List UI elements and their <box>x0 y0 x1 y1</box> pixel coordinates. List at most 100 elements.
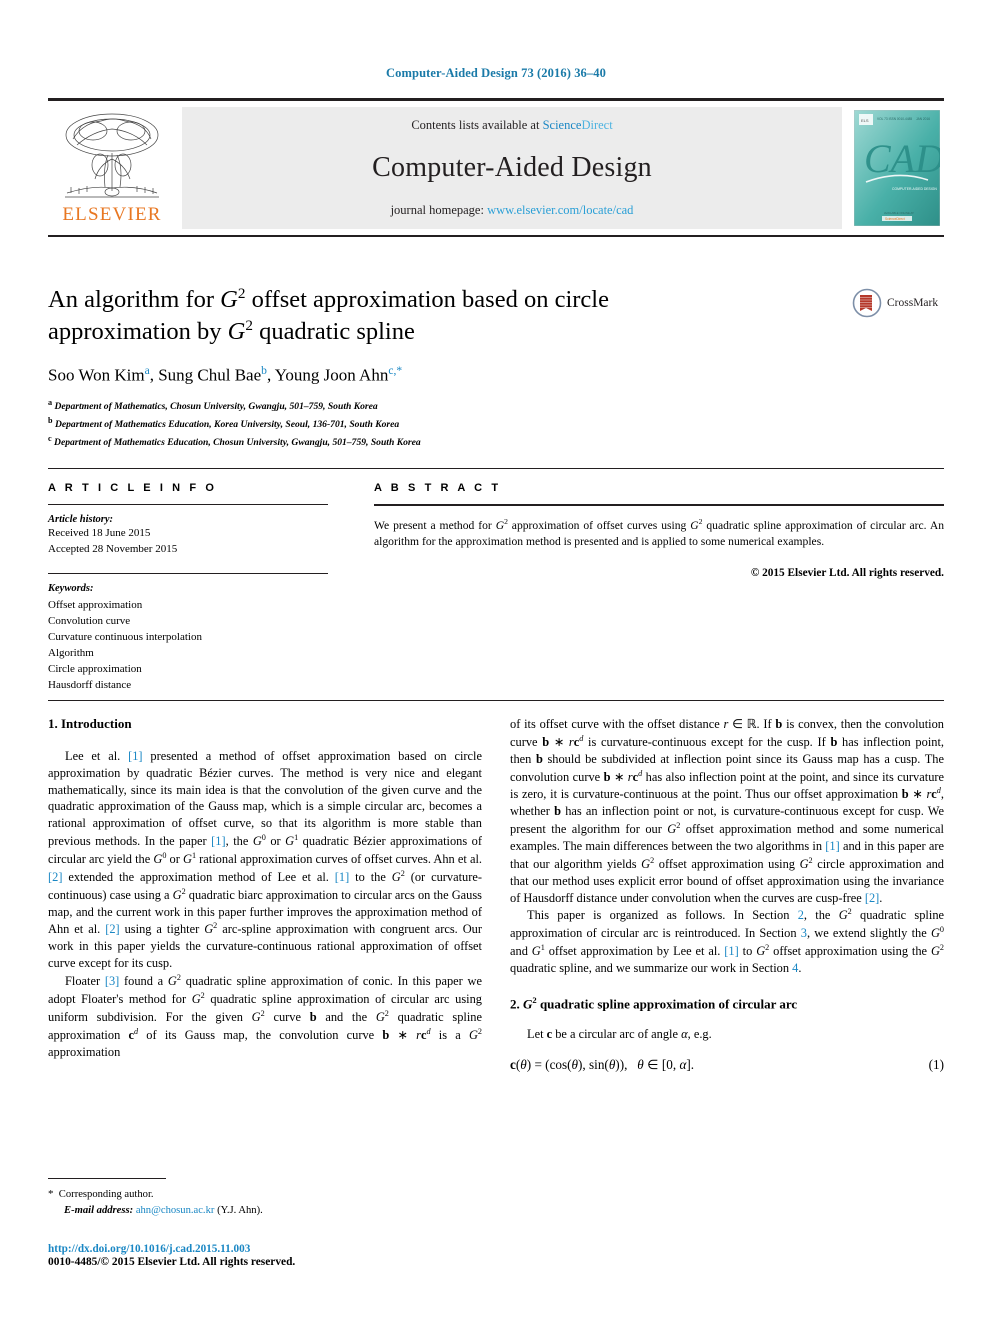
journal-cover: ELS VOL 73 ISSN 0010-4485 JAN 2016 CAD C… <box>850 107 944 229</box>
doi-block: http://dx.doi.org/10.1016/j.cad.2015.11.… <box>48 1243 548 1268</box>
citation-ref[interactable]: [3] <box>105 974 119 988</box>
affiliation-marker: b <box>48 415 53 425</box>
title-g-exp-2: 2 <box>245 316 253 334</box>
elsevier-logo: ELSEVIER <box>48 107 176 229</box>
body-columns: 1. Introduction Lee et al. [1] presented… <box>48 716 944 1073</box>
keyword-item: Offset approximation <box>48 599 143 612</box>
title-g-symbol-1: G <box>220 286 238 314</box>
homepage-link[interactable]: www.elsevier.com/locate/cad <box>487 203 633 217</box>
corresponding-author-text: Corresponding author. <box>58 1189 154 1200</box>
corresponding-author-line: * Corresponding author. <box>48 1186 482 1203</box>
section-heading-introduction: 1. Introduction <box>48 716 132 731</box>
crossmark-icon <box>852 288 882 318</box>
affiliation-text: Department of Mathematics Education, Cho… <box>54 436 421 448</box>
section-ref[interactable]: 4 <box>792 961 798 975</box>
section-ref[interactable]: 2 <box>798 909 804 923</box>
keyword-item: Circle approximation <box>48 662 142 675</box>
email-link[interactable]: ahn@chosun.ac.kr <box>136 1205 215 1216</box>
contents-prefix: Contents lists available at <box>411 118 543 132</box>
abstract-text: We present a method for G2 approximation… <box>374 516 944 551</box>
info-abstract-region: A R T I C L E I N F O Article history: R… <box>48 482 944 694</box>
keyword-list: Offset approximation Convolution curve C… <box>48 598 328 694</box>
abstract-g-2: G <box>690 518 699 532</box>
issn-copyright: 0010-4485/© 2015 Elsevier Ltd. All right… <box>48 1256 296 1268</box>
abstract-rule <box>374 504 944 506</box>
section-ref[interactable]: 3 <box>801 926 807 940</box>
section-2-block: 2. G2 quadratic spline approximation of … <box>510 995 944 1073</box>
citation-ref[interactable]: [1] <box>825 839 839 853</box>
crossmark-badge[interactable]: CrossMark <box>852 288 950 318</box>
affiliation-item: c Department of Mathematics Education, C… <box>48 433 728 451</box>
section-2-g: G <box>523 996 533 1012</box>
affiliation-text: Department of Mathematics Education, Kor… <box>54 418 400 430</box>
keywords-heading: Keywords: <box>48 583 94 595</box>
paragraph-section-2-lead: Let c be a circular arc of angle α, e.g. <box>527 1027 712 1042</box>
author-2: , Sung Chul Bae <box>149 365 262 385</box>
right-column: of its offset curve with the offset dist… <box>510 716 944 1073</box>
abstract-heading: A B S T R A C T <box>374 482 502 494</box>
author-list: Soo Won Kima, Sung Chul Baeb, Young Joon… <box>48 364 728 386</box>
paragraph-intro-2: Floater [3] found a G2 quadratic spline … <box>48 972 483 1059</box>
elsevier-wordmark: ELSEVIER <box>62 204 162 225</box>
accepted-date: Accepted 28 November 2015 <box>48 542 178 555</box>
keyword-item: Algorithm <box>48 647 94 660</box>
banner-top-rule <box>48 98 944 101</box>
article-history-heading: Article history: <box>48 514 114 525</box>
paragraph-intro-1: Lee et al. [1] presented a method of off… <box>48 749 482 971</box>
paper-page: Computer-Aided Design 73 (2016) 36–40 EL… <box>0 0 992 1323</box>
keyword-item: Hausdorff distance <box>48 678 132 691</box>
info-top-rule <box>48 468 944 469</box>
citation-ref[interactable]: [2] <box>105 923 119 937</box>
running-head: Computer-Aided Design 73 (2016) 36–40 <box>386 66 606 80</box>
section-heading-2: 2. G2 quadratic spline approximation of … <box>510 995 944 1012</box>
sciencedirect-link[interactable]: ScienceDirect <box>543 118 613 132</box>
citation-ref[interactable]: [1] <box>724 944 738 958</box>
article-info-column: A R T I C L E I N F O Article history: R… <box>48 482 352 694</box>
paragraph-right-1: of its offset curve with the offset dist… <box>510 717 945 905</box>
citation-ref[interactable]: [1] <box>128 749 142 763</box>
abstract-copyright: © 2015 Elsevier Ltd. All rights reserved… <box>750 566 944 579</box>
journal-cover-image: ELS VOL 73 ISSN 0010-4485 JAN 2016 CAD C… <box>854 110 940 226</box>
title-part-1: An algorithm for <box>48 286 221 314</box>
affiliation-list: a Department of Mathematics, Chosun Univ… <box>48 397 728 451</box>
citation-ref[interactable]: [1] <box>335 870 349 884</box>
author-3-affil-marker[interactable]: c,* <box>388 364 402 377</box>
equation-1-number: (1) <box>928 1057 944 1073</box>
svg-text:ScienceDirect: ScienceDirect <box>885 217 905 221</box>
affiliation-marker: a <box>48 397 53 407</box>
banner-center: Contents lists available at ScienceDirec… <box>182 107 842 229</box>
email-line: E-mail address: ahn@chosun.ac.kr (Y.J. A… <box>48 1203 482 1219</box>
title-g-symbol-2: G <box>227 317 246 345</box>
affiliation-item: b Department of Mathematics Education, K… <box>48 415 728 433</box>
journal-banner: ELSEVIER Contents lists available at Sci… <box>48 98 944 237</box>
equation-row-1: c(θ) = (cos(θ), sin(θ)), θ ∈ [0, α]. (1) <box>510 1057 944 1073</box>
left-column: 1. Introduction Lee et al. [1] presented… <box>48 716 482 1073</box>
journal-title: Computer-Aided Design <box>372 152 652 183</box>
section-2-title: quadratic spline approximation of circul… <box>536 996 798 1012</box>
title-part-2: offset approximation based on circle <box>245 286 609 314</box>
svg-text:JAN 2016: JAN 2016 <box>916 117 930 121</box>
keyword-item: Convolution curve <box>48 615 131 628</box>
abstract-part-1: We present a method for <box>374 518 496 532</box>
svg-text:COMPUTER-AIDED DESIGN: COMPUTER-AIDED DESIGN <box>892 187 937 191</box>
abstract-part-2: approximation of offset curves using <box>507 518 691 532</box>
affiliation-marker: c <box>48 433 52 443</box>
footnote-star: * <box>48 1188 54 1200</box>
contents-line: Contents lists available at ScienceDirec… <box>411 118 612 133</box>
svg-text:CAD: CAD <box>864 136 940 181</box>
footnote-rule <box>48 1178 166 1179</box>
doi-link[interactable]: http://dx.doi.org/10.1016/j.cad.2015.11.… <box>48 1243 548 1255</box>
citation-ref[interactable]: [2] <box>48 870 62 884</box>
article-info-heading: A R T I C L E I N F O <box>48 482 217 494</box>
homepage-prefix: journal homepage: <box>390 203 488 217</box>
title-block: An algorithm for G2 offset approximation… <box>48 284 728 451</box>
article-info-rule <box>48 504 328 505</box>
author-1: Soo Won Kim <box>48 365 145 385</box>
abstract-column: A B S T R A C T We present a method for … <box>352 482 944 694</box>
citation-ref[interactable]: [1] <box>211 834 225 848</box>
citation-ref[interactable]: [2] <box>865 891 879 905</box>
homepage-line: journal homepage: www.elsevier.com/locat… <box>391 203 634 218</box>
paragraph-right-2: This paper is organized as follows. In S… <box>510 907 945 976</box>
footnote-block: * Corresponding author. E-mail address: … <box>48 1178 482 1219</box>
received-date: Received 18 June 2015 <box>48 527 151 539</box>
